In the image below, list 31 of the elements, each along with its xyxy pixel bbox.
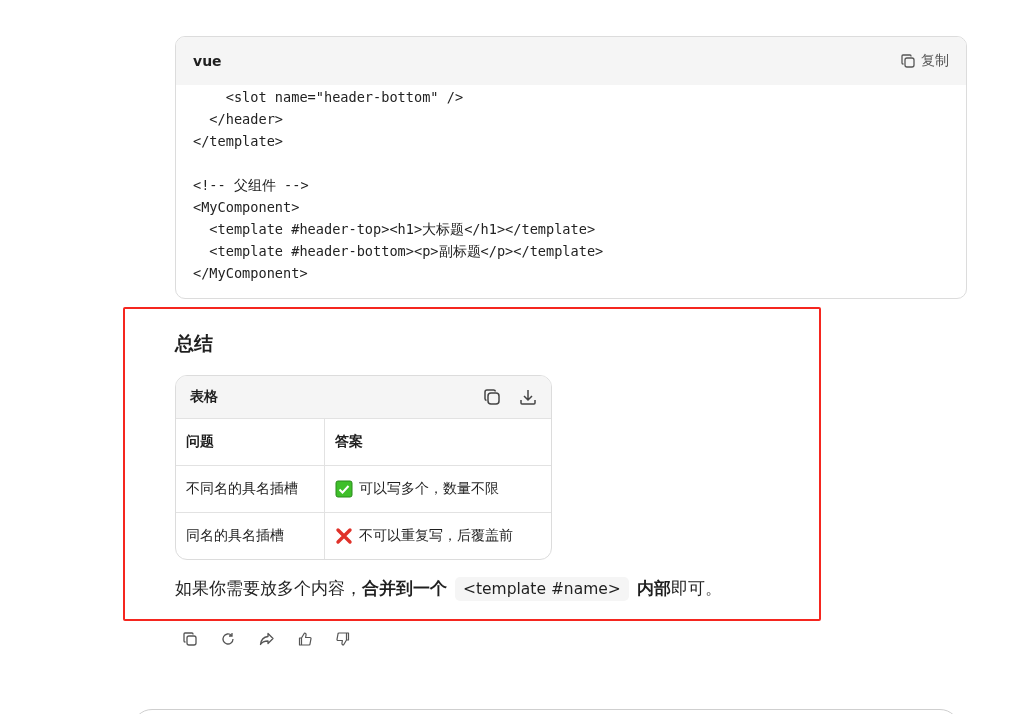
refresh-icon[interactable]	[221, 632, 235, 646]
code-line: <template #header-bottom><p>副标题</p></template>	[208, 242, 604, 261]
thumbs-up-icon[interactable]	[298, 632, 312, 646]
table-cell: 不同名的具名插槽	[176, 466, 325, 512]
code-line: <slot name="header-bottom" />	[224, 88, 464, 107]
copy-button[interactable]: 复制	[901, 52, 949, 70]
code-line: <template #header-top><h1>大标题</h1></template>	[208, 220, 596, 239]
table-title: 表格	[190, 388, 218, 406]
code-line: </header>	[208, 110, 284, 129]
copy-icon[interactable]	[483, 388, 501, 406]
code-line: </MyComponent>	[193, 264, 308, 283]
share-icon[interactable]	[259, 632, 274, 646]
download-icon[interactable]	[519, 388, 537, 406]
column-header: 问题	[176, 419, 325, 465]
thumbs-down-icon[interactable]	[336, 632, 350, 646]
code-line: </template>	[193, 132, 284, 151]
table-cell: 可以写多个，数量不限	[359, 480, 499, 498]
check-icon	[335, 480, 353, 498]
paragraph-text: 内部即可。	[636, 579, 722, 598]
inline-code: <template #name>	[455, 577, 629, 601]
code-line: <!-- 父组件 -->	[193, 176, 309, 195]
copy-icon[interactable]	[183, 632, 197, 646]
cross-icon	[335, 527, 353, 545]
copy-icon	[901, 54, 915, 68]
language-label: vue	[193, 53, 222, 69]
column-header: 答案	[334, 432, 364, 451]
table-cell: 不可以重复写，后覆盖前	[359, 527, 513, 545]
table-cell: 同名的具名插槽	[176, 513, 325, 559]
paragraph-text: 如果你需要放多个内容，合并到一个	[175, 579, 447, 598]
section-heading: 总结	[175, 331, 214, 355]
code-line: <MyComponent>	[193, 198, 300, 217]
